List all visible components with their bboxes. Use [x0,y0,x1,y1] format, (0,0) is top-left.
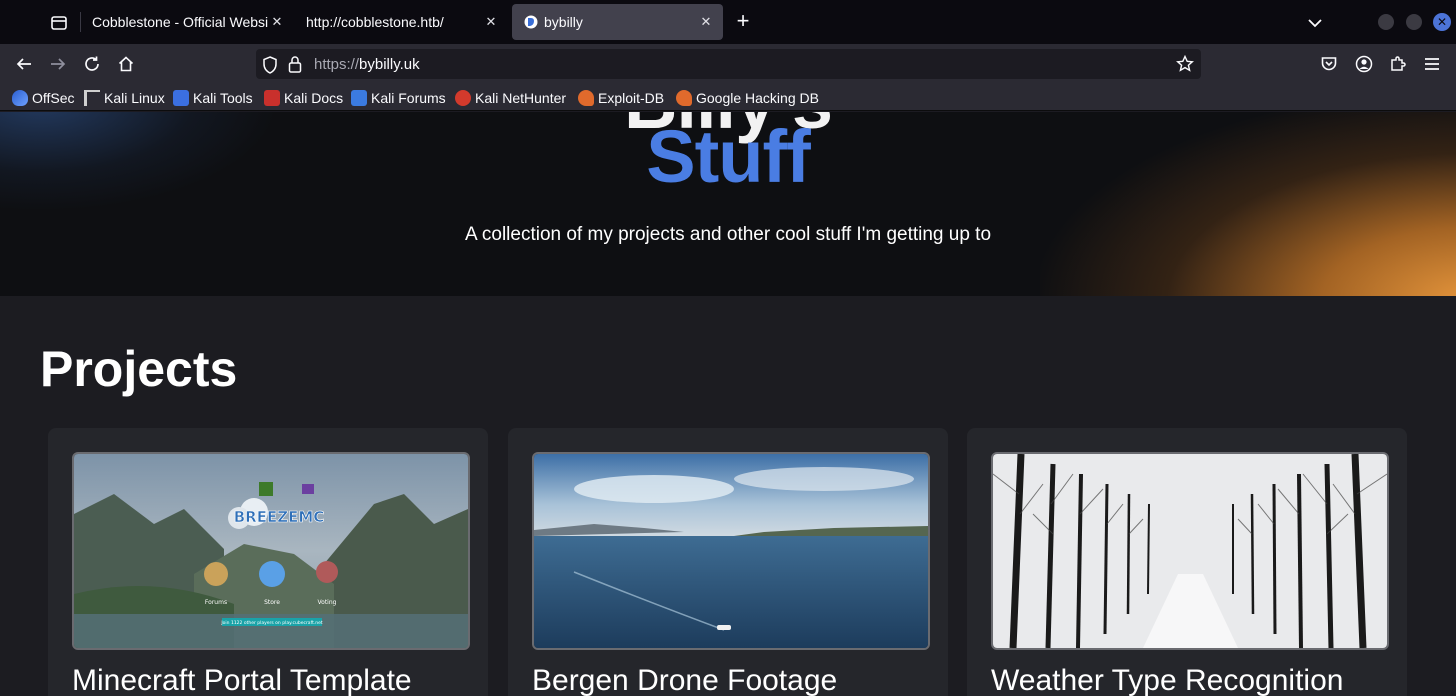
pocket-button[interactable] [1317,52,1341,76]
ghdb-icon [676,90,692,106]
home-icon [118,56,134,72]
drone-thumb-image [534,454,928,648]
project-card-bergen[interactable]: Bergen Drone Footage [508,428,948,696]
bookmark-star-icon[interactable] [1176,55,1194,73]
kali-tools-icon [173,90,189,106]
reload-icon [85,56,99,71]
minecraft-status-bar-text: Join 1122 other players on play.cubecraf… [220,620,323,626]
project-card-weather[interactable]: Weather Type Recognition [967,428,1407,696]
kali-docs-icon [264,90,280,106]
bookmark-google-hacking-db[interactable]: Google Hacking DB [676,88,819,108]
exploitdb-icon [578,90,594,106]
minecraft-store-label: Store [264,599,280,606]
minecraft-voting-label: Voting [318,599,337,606]
bookmark-kali-forums[interactable]: Kali Forums [351,88,446,108]
home-button[interactable] [114,52,138,76]
address-bar[interactable]: https://bybilly.uk [256,49,1201,79]
close-tab-icon[interactable]: ✕ [697,13,715,31]
tab-cobblestone[interactable]: Cobblestone - Official Websi ✕ [80,4,294,40]
bookmark-exploit-db[interactable]: Exploit-DB [578,88,664,108]
account-icon [1355,55,1373,73]
hamburger-menu-icon [1425,58,1439,70]
pocket-icon [1321,57,1337,71]
hero-title-accent: Stuff [646,115,811,198]
bookmark-label: Exploit-DB [598,90,665,106]
forward-button[interactable] [46,52,70,76]
bookmark-kali-linux[interactable]: Kali Linux [84,88,165,108]
page-viewport: Billy's Stuff A collection of my project… [0,112,1456,696]
kali-forums-icon [351,90,367,106]
project-card-title[interactable]: Minecraft Portal Template [72,664,412,696]
bookmark-label: Kali NetHunter [475,90,567,106]
firefox-view-button[interactable] [46,10,72,36]
forward-arrow-icon [51,58,66,70]
bookmark-kali-docs[interactable]: Kali Docs [264,88,343,108]
minecraft-thumb[interactable]: BREEZEMC Forums Store Voting Join 1122 o… [72,452,470,650]
project-card-title[interactable]: Bergen Drone Footage [532,664,837,696]
extensions-button[interactable] [1386,52,1410,76]
close-icon: ✕ [1436,15,1448,29]
new-tab-button[interactable]: + [732,10,754,33]
tracking-protection-shield-icon[interactable] [262,56,278,74]
url-text[interactable]: https://bybilly.uk [314,56,420,73]
bookmark-label: OffSec [32,90,75,106]
page-scrollbar[interactable] [1452,112,1456,696]
offsec-icon [12,90,28,106]
tab-title: Cobblestone - Official Websi [92,14,269,30]
bookmark-label: Kali Tools [193,90,253,106]
close-tab-icon[interactable]: ✕ [482,13,500,31]
close-tab-icon[interactable]: ✕ [268,13,286,31]
reload-button[interactable] [80,52,104,76]
back-button[interactable] [12,52,36,76]
minecraft-thumb-image: BREEZEMC Forums Store Voting Join 1122 o… [74,454,468,648]
url-scheme: https:// [314,56,360,73]
list-all-tabs-button[interactable] [1304,12,1326,34]
chevron-down-icon [1308,19,1322,28]
kali-icon [84,90,100,106]
firefox-view-icon [51,16,67,30]
lock-icon[interactable] [288,55,302,73]
projects-heading: Projects [40,341,238,397]
bookmark-kali-nethunter[interactable]: Kali NetHunter [455,88,566,108]
tab-strip: Cobblestone - Official Websi ✕ http://co… [0,0,1456,44]
bookmark-label: Google Hacking DB [696,90,819,106]
app-menu-button[interactable] [1420,52,1444,76]
tab-title: http://cobblestone.htb/ [306,14,444,30]
snow-thumb[interactable] [991,452,1389,650]
bookmarks-toolbar: OffSec Kali Linux Kali Tools Kali Docs K… [0,84,1456,111]
drone-thumb[interactable] [532,452,930,650]
minimize-button[interactable] [1378,14,1394,30]
bookmark-label: Kali Linux [104,90,165,106]
project-card-title[interactable]: Weather Type Recognition [991,664,1343,696]
bookmark-label: Kali Forums [371,90,446,106]
project-card-minecraft[interactable]: BREEZEMC Forums Store Voting Join 1122 o… [48,428,488,696]
minecraft-logo-text: BREEZEMC [234,508,325,526]
account-button[interactable] [1352,52,1376,76]
hero-tagline: A collection of my projects and other co… [464,224,992,245]
tab-cobblestone-htb[interactable]: http://cobblestone.htb/ ✕ [294,4,508,40]
bookmark-offsec[interactable]: OffSec [12,88,75,108]
tab-bybilly[interactable]: bybilly ✕ [512,4,723,40]
url-host: bybilly.uk [359,56,420,73]
bybilly-favicon-icon [524,15,538,29]
navigation-toolbar: https://bybilly.uk [0,44,1456,84]
maximize-button[interactable] [1406,14,1422,30]
nethunter-icon [455,90,471,106]
back-arrow-icon [16,58,31,70]
bookmark-label: Kali Docs [284,90,344,106]
window-close-button[interactable]: ✕ [1433,13,1451,31]
hero-banner: Billy's Stuff A collection of my project… [0,112,1456,296]
minecraft-forums-label: Forums [205,599,227,606]
snow-thumb-image [993,454,1387,648]
puzzle-piece-icon [1391,56,1406,71]
bookmark-kali-tools[interactable]: Kali Tools [173,88,253,108]
